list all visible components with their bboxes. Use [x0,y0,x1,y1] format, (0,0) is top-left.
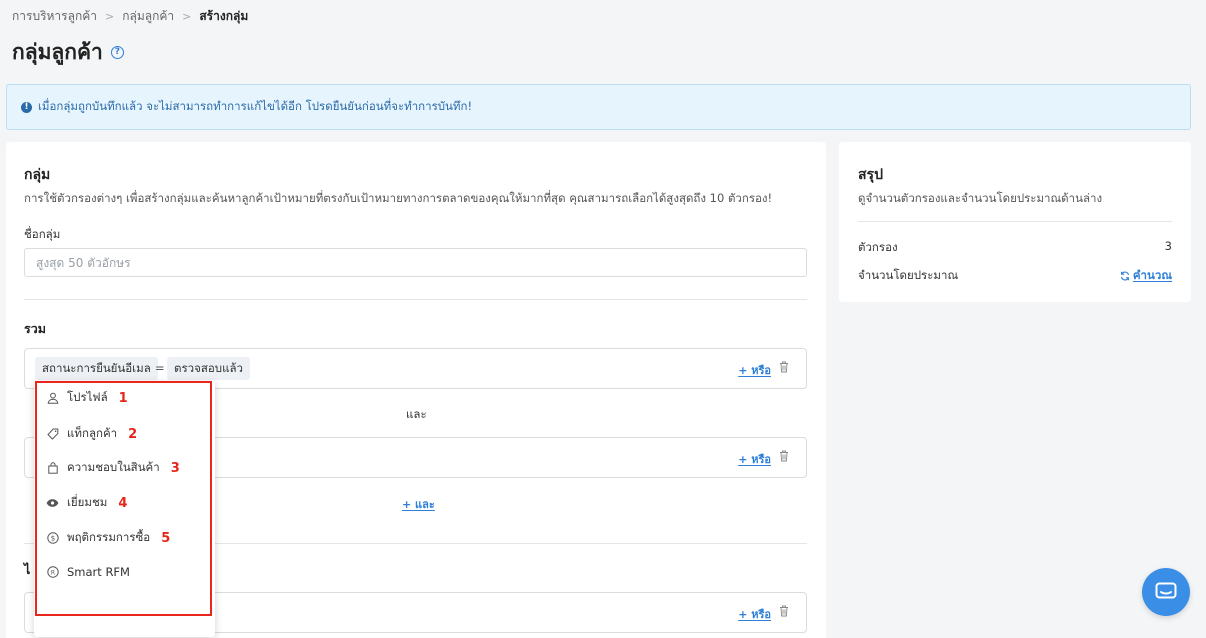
condition-value-chip[interactable]: ตรวจสอบแล้ว [167,357,250,380]
breadcrumb-separator-icon: > [182,10,192,23]
divider [858,221,1172,222]
info-banner-text: เมื่อกลุ่มถูกบันทึกแล้ว จะไม่สามารถทำการ… [38,99,473,113]
calculate-label: คำนวณ [1132,268,1172,282]
dollar-circle-icon: $ [46,532,59,545]
help-icon[interactable]: ? [110,46,124,59]
group-name-label: ชื่อกลุ่ม [24,227,61,241]
dropdown-item-label: ความชอบในสินค้า [67,460,160,474]
group-card-description: การใช้ตัวกรองต่างๆ เพื่อสร้างกลุ่มและค้น… [24,191,773,205]
trash-icon[interactable] [779,450,789,462]
group-card-title: กลุ่ม [24,167,51,183]
summary-description: ดูจำนวนตัวกรองและจำนวนโดยประมาณด้านล่าง [858,191,1103,205]
chat-icon [1155,582,1177,599]
breadcrumb-separator-icon: > [105,10,115,23]
trash-icon[interactable] [779,605,789,617]
dropdown-item-product-preference[interactable]: ความชอบในสินค้า 3 [46,459,180,477]
annotation-number: 4 [118,495,128,511]
summary-filters-row: ตัวกรอง 3 [858,239,1172,257]
svg-text:$: $ [50,535,54,543]
summary-estimate-row: จำนวนโดยประมาณ คำนวณ [858,267,1172,285]
add-and-button[interactable]: + และ [402,495,435,513]
annotation-number: 5 [161,530,171,546]
breadcrumb-current: สร้างกลุ่ม [199,9,249,23]
breadcrumb-item-customer-management[interactable]: การบริหารลูกค้า [12,7,97,26]
dropdown-item-label: Smart RFM [67,565,130,579]
dropdown-item-label: โปรไฟล์ [67,390,108,404]
user-icon [46,392,59,405]
trash-icon[interactable] [779,361,789,373]
summary-card: สรุป ดูจำนวนตัวกรองและจำนวนโดยประมาณด้าน… [839,142,1191,302]
rfm-icon: R [46,566,59,579]
filters-label: ตัวกรอง [858,240,898,254]
refresh-icon [1120,271,1129,281]
estimate-label: จำนวนโดยประมาณ [858,268,959,282]
condition-field-chip[interactable]: สถานะการยืนยันอีเมล [35,357,158,380]
filters-count: 3 [1164,239,1172,253]
dropdown-item-label: พฤติกรรมการซื้อ [67,530,151,544]
summary-title: สรุป [858,167,883,183]
and-connector: และ [406,407,427,421]
info-icon: ! [21,101,32,113]
filter-category-dropdown: โปรไฟล์ 1 แท็กลูกค้า 2 ความชอบในสินค้า 3… [34,381,215,637]
svg-text:R: R [50,569,54,576]
dropdown-item-smart-rfm[interactable]: R Smart RFM [46,565,130,579]
divider [24,299,807,300]
annotation-number: 2 [128,426,138,442]
tag-icon [46,428,59,441]
chat-button[interactable] [1142,568,1190,616]
group-name-input[interactable] [24,248,807,277]
annotation-number: 1 [118,390,128,406]
dropdown-item-label: เยี่ยมชม [67,495,108,509]
dropdown-item-profile[interactable]: โปรไฟล์ 1 [46,389,128,407]
breadcrumb-item-customer-groups[interactable]: กลุ่มลูกค้า [122,7,174,26]
exclude-section-label: ไ [24,562,31,577]
page-title-wrap: กลุ่มลูกค้า ? [12,36,124,69]
calculate-button[interactable]: คำนวณ [1120,267,1172,285]
add-or-button[interactable]: + หรือ [738,450,771,468]
info-banner: ! เมื่อกลุ่มถูกบันทึกแล้ว จะไม่สามารถทำก… [6,84,1191,130]
include-section-label: รวม [24,321,46,336]
page-title: กลุ่มลูกค้า [12,40,103,64]
condition-operator[interactable]: = [155,361,165,375]
shopping-bag-icon [46,462,59,475]
annotation-number: 3 [170,460,180,476]
breadcrumb: การบริหารลูกค้า > กลุ่มลูกค้า > สร้างกลุ… [12,7,248,26]
dropdown-item-customer-tag[interactable]: แท็กลูกค้า 2 [46,425,137,443]
dropdown-item-purchase-behavior[interactable]: $ พฤติกรรมการซื้อ 5 [46,529,170,547]
dropdown-item-visit[interactable]: เยี่ยมชม 4 [46,494,127,512]
eye-icon [46,497,59,510]
add-or-button[interactable]: + หรือ [738,361,771,379]
add-or-button[interactable]: + หรือ [738,605,771,623]
dropdown-item-label: แท็กลูกค้า [67,426,118,440]
